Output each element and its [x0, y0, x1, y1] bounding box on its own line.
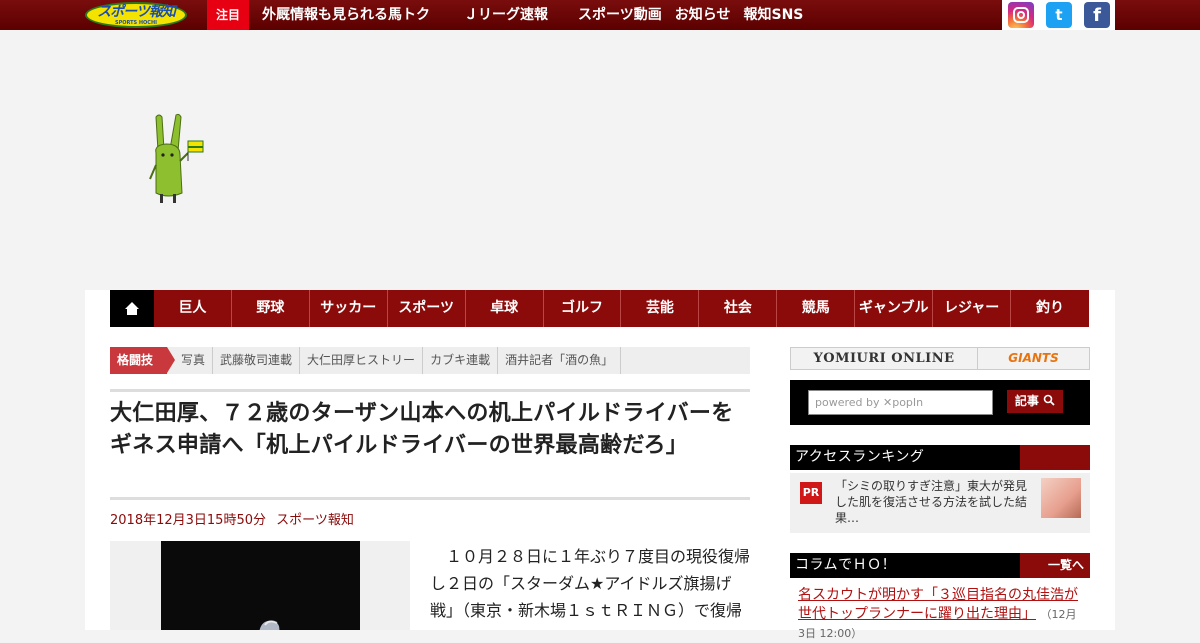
logo-subtext: SPORTS HOCHI: [114, 20, 158, 26]
tag-breadcrumb: 格闘技 写真 武藤敬司連載 大仁田厚ヒストリー カブキ連載 酒井記者「酒の魚」: [110, 347, 750, 374]
giants-link[interactable]: GIANTS: [978, 348, 1089, 369]
twitter-icon[interactable]: t: [1046, 2, 1072, 28]
search-input[interactable]: powered by ✕popIn: [808, 390, 993, 415]
tag-item[interactable]: 大仁田厚ヒストリー: [300, 347, 424, 374]
column-item: 名スカウトが明かす「３巡目指名の丸佳浩が世代トップランナーに躍り出た理由」 （1…: [790, 582, 1090, 640]
tag-main[interactable]: 格闘技: [110, 347, 176, 374]
divider: [110, 497, 750, 500]
instagram-icon[interactable]: [1008, 2, 1034, 28]
topnav-item-jleague[interactable]: Ｊリーグ速報: [464, 0, 548, 30]
home-icon: [124, 302, 139, 315]
category-table-tennis[interactable]: 卓球: [466, 290, 544, 327]
tag-item[interactable]: カブキ連載: [423, 347, 499, 374]
category-golf[interactable]: ゴルフ: [544, 290, 622, 327]
category-soccer[interactable]: サッカー: [310, 290, 388, 327]
facebook-icon[interactable]: f: [1084, 2, 1110, 28]
category-entertainment[interactable]: 芸能: [621, 290, 700, 327]
article-date: 2018年12月3日15時50分: [110, 513, 266, 528]
topnav-item-umatoku[interactable]: 外厩情報も見られる馬トク: [262, 0, 430, 30]
article-source: スポーツ報知: [276, 513, 354, 528]
column-more-link[interactable]: 一覧へ: [1020, 553, 1090, 578]
column-link[interactable]: 名スカウトが明かす「３巡目指名の丸佳浩が世代トップランナーに躍り出た理由」 （1…: [798, 586, 1080, 643]
yomiuri-online-link[interactable]: YOMIURI ONLINE: [791, 348, 978, 369]
category-society[interactable]: 社会: [699, 290, 778, 327]
category-sports[interactable]: スポーツ: [388, 290, 466, 327]
ranking-title: アクセスランキング: [795, 449, 925, 465]
category-baseball[interactable]: 野球: [232, 290, 310, 327]
mascot-icon: [149, 113, 204, 203]
top-nav: 注目 外厩情報も見られる馬トク Ｊリーグ速報 スポーツ動画 お知らせ 報知SNS: [207, 0, 803, 31]
topnav-item-news[interactable]: お知らせ: [675, 0, 731, 30]
category-gambling[interactable]: ギャンブル: [855, 290, 934, 327]
pr-thumbnail[interactable]: [1041, 478, 1081, 518]
pr-ad-card[interactable]: PR 「シミの取りすぎ注意」東大が発見した肌を復活させる方法を試した結果…: [790, 473, 1090, 533]
category-giants[interactable]: 巨人: [154, 290, 232, 327]
category-nav: 巨人 野球 サッカー スポーツ 卓球 ゴルフ 芸能 社会 競馬 ギャンブル レジ…: [110, 290, 1089, 327]
logo-text: スポーツ報知: [97, 4, 176, 20]
search-button[interactable]: 記事: [1007, 390, 1063, 413]
ranking-header-accent: [1020, 445, 1090, 470]
article-title: 大仁田厚、７２歳のターザン山本への机上パイルドライバーをギネス申請へ「机上パイル…: [110, 401, 734, 458]
site-logo[interactable]: スポーツ報知 SPORTS HOCHI: [85, 2, 187, 28]
divider: [110, 389, 750, 392]
pr-text[interactable]: 「シミの取りすぎ注意」東大が発見した肌を復活させる方法を試した結果…: [835, 478, 1031, 526]
article-photo-container: [110, 541, 410, 630]
search-icon: [1043, 394, 1055, 406]
social-links: t f: [1002, 0, 1115, 30]
search-box: powered by ✕popIn 記事: [790, 380, 1090, 425]
hot-label[interactable]: 注目: [207, 0, 250, 31]
topnav-item-sns[interactable]: 報知SNS: [743, 0, 803, 30]
ranking-header: アクセスランキング: [790, 445, 1090, 470]
partner-banner: YOMIURI ONLINE GIANTS: [790, 347, 1090, 370]
tag-item[interactable]: 酒井記者「酒の魚」: [498, 347, 622, 374]
column-header: コラムでＨＯ！ 一覧へ: [790, 553, 1090, 578]
category-leisure[interactable]: レジャー: [933, 290, 1012, 327]
article-photo[interactable]: [161, 541, 360, 630]
category-fishing[interactable]: 釣り: [1011, 290, 1089, 327]
tag-item[interactable]: 武藤敬司連載: [213, 347, 301, 374]
photo-content-icon: [259, 620, 280, 630]
home-button[interactable]: [110, 290, 154, 327]
column-link-text[interactable]: 名スカウトが明かす「３巡目指名の丸佳浩が世代トップランナーに躍り出た理由」: [798, 587, 1078, 622]
top-bar: スポーツ報知 SPORTS HOCHI 注目 外厩情報も見られる馬トク Ｊリーグ…: [0, 0, 1200, 31]
column-title: コラムでＨＯ！: [795, 557, 897, 573]
pr-badge: PR: [800, 482, 822, 504]
article-body: １０月２８日に１年ぶり７度目の現役復帰し２日の「スターダム★アイドルズ旗揚げ戦」…: [430, 547, 751, 620]
category-horse-racing[interactable]: 競馬: [777, 290, 856, 327]
topnav-item-video[interactable]: スポーツ動画: [578, 0, 662, 30]
article-meta: 2018年12月3日15時50分 スポーツ報知: [110, 512, 354, 530]
search-button-label: 記事: [1014, 394, 1039, 408]
